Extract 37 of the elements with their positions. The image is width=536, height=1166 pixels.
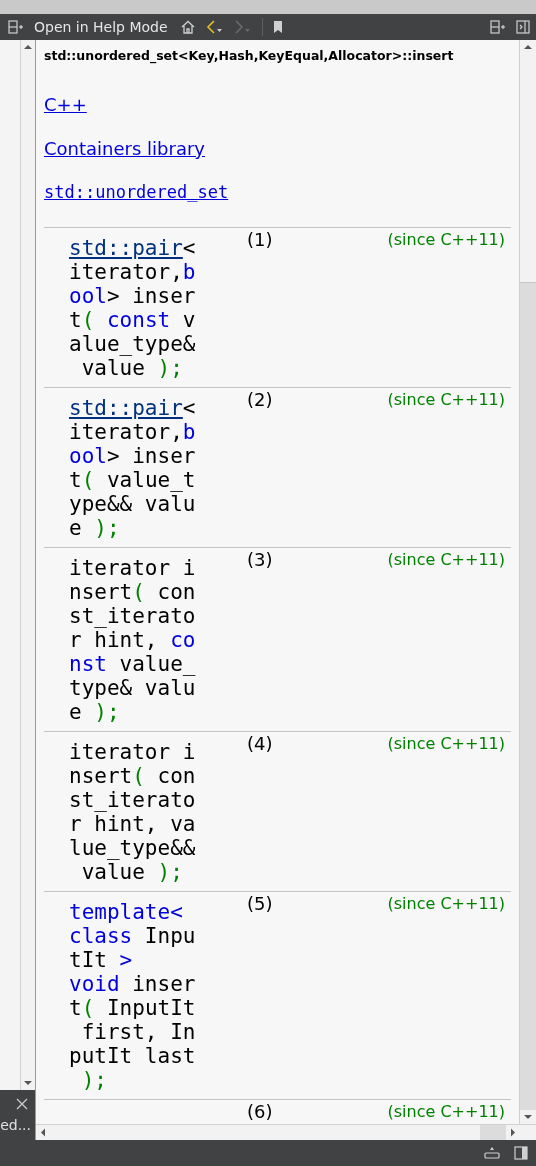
breadcrumb-link[interactable]: C++ xyxy=(44,92,87,117)
scroll-thumb[interactable] xyxy=(520,282,536,1110)
panel-label: ed... xyxy=(0,1117,31,1133)
since-label: (since C++11) xyxy=(387,734,505,754)
scrollbar[interactable] xyxy=(20,40,35,1090)
close-sidebar-icon[interactable] xyxy=(516,20,530,34)
toggle-icon[interactable] xyxy=(484,1146,500,1160)
split-add-icon[interactable] xyxy=(490,20,506,34)
close-icon[interactable] xyxy=(16,1098,28,1110)
since-label: (since C++11) xyxy=(387,1102,505,1122)
breadcrumb-link[interactable]: Containers library xyxy=(44,136,205,161)
overload-number: (1) xyxy=(247,230,273,250)
overload-number: (2) xyxy=(247,390,273,410)
overload-number: (6) xyxy=(247,1102,273,1122)
back-icon[interactable] xyxy=(205,19,224,35)
toolbar-title: Open in Help Mode xyxy=(34,19,168,35)
scrollbar[interactable] xyxy=(519,40,536,1124)
horizontal-scrollbar[interactable] xyxy=(36,1124,536,1140)
code-signature: template< class Inpu tIt > void inser t( InputIt first, In putIt last ); xyxy=(69,900,197,1092)
overload-number: (3) xyxy=(247,550,273,570)
sidebar-icon[interactable] xyxy=(514,1146,528,1160)
since-label: (since C++11) xyxy=(387,390,505,410)
split-add-icon[interactable] xyxy=(8,20,24,34)
breadcrumb-link[interactable]: std::unordered_set xyxy=(44,180,229,205)
code-signature: std::pair< iterator,b ool> inser t( value_t ype&& valu e ); xyxy=(69,396,197,540)
since-label: (since C++11) xyxy=(387,230,505,250)
code-signature: iterator i nsert( con st_iterato r hint, va lue_type&& value ); xyxy=(69,740,197,884)
page-heading: std::unordered_set<Key,Hash,KeyEqual,Allocator>::insert xyxy=(44,47,455,66)
overload-number: (4) xyxy=(247,734,273,754)
scroll-thumb[interactable] xyxy=(480,1125,506,1140)
since-label: (since C++11) xyxy=(387,894,505,914)
home-icon[interactable] xyxy=(179,20,196,34)
overload-number: (5) xyxy=(247,894,273,914)
code-signature: iterator i nsert( con st_iterato r hint, co nst value_ type& valu e ); xyxy=(69,556,197,724)
since-label: (since C++11) xyxy=(387,550,505,570)
bookmark-icon[interactable] xyxy=(272,20,283,34)
code-signature: std::pair< iterator,b ool> inser t( const v alue_type& value ); xyxy=(69,236,197,380)
